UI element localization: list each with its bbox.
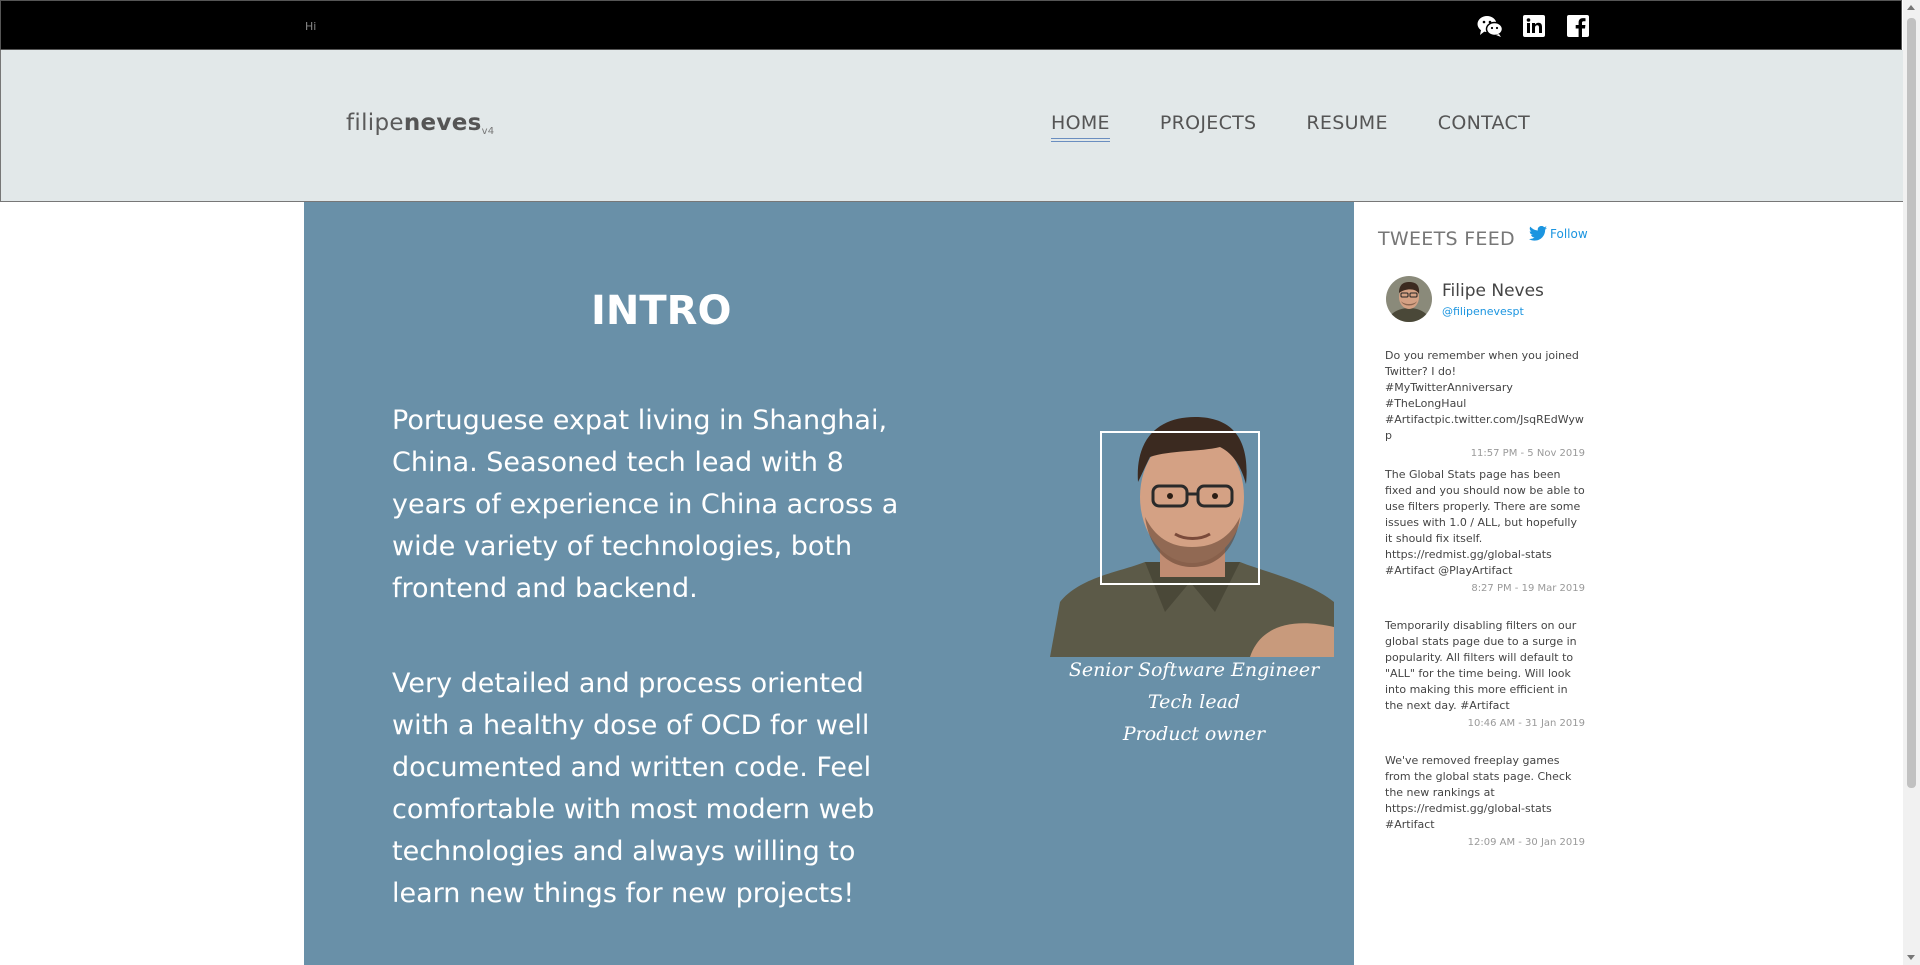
tweet-text: The Global Stats page has been fixed and… (1385, 468, 1585, 577)
scroll-down-arrow[interactable] (1907, 955, 1915, 960)
facebook-icon[interactable] (1565, 13, 1591, 39)
role-line: Product owner (1122, 723, 1266, 745)
tweet: Temporarily disabling filters on our glo… (1385, 618, 1585, 732)
tweet-time[interactable]: 10:46 AM - 31 Jan 2019 (1385, 716, 1585, 732)
linkedin-icon[interactable] (1521, 13, 1547, 39)
top-bar: Hi (0, 0, 1902, 50)
intro-section: INTRO Portuguese expat living in Shangha… (304, 202, 1354, 965)
follow-button[interactable]: Follow (1529, 226, 1588, 241)
tweet-text: We've removed freeplay games from the gl… (1385, 754, 1572, 831)
twitter-bird-icon (1529, 226, 1547, 241)
nav-projects[interactable]: PROJECTS (1160, 112, 1257, 142)
greeting-text: Hi (305, 20, 317, 33)
nav-home[interactable]: HOME (1051, 112, 1110, 142)
site-logo[interactable]: filipenevesv4 (346, 110, 494, 137)
logo-bold-text: neves (403, 110, 482, 136)
social-links (1477, 13, 1591, 39)
role-line: Tech lead (1147, 691, 1241, 713)
tweet-text: Do you remember when you joined Twitter?… (1385, 349, 1584, 442)
follow-label: Follow (1550, 226, 1588, 241)
profile-name: Filipe Neves (1442, 280, 1544, 301)
photo-frame (1100, 431, 1260, 585)
avatar (1386, 276, 1432, 322)
nav-resume[interactable]: RESUME (1306, 112, 1387, 142)
tweet: We've removed freeplay games from the gl… (1385, 753, 1585, 851)
profile-handle[interactable]: @filipenevespt (1442, 305, 1544, 318)
scrollbar-thumb[interactable] (1907, 18, 1916, 788)
logo-version: v4 (481, 126, 495, 137)
scroll-up-arrow[interactable] (1907, 5, 1915, 10)
logo-light-text: filipe (346, 110, 404, 136)
nav-contact[interactable]: CONTACT (1438, 112, 1530, 142)
intro-title: INTRO (591, 288, 732, 334)
header-navbar: filipenevesv4 HOME PROJECTS RESUME CONTA… (0, 50, 1904, 202)
tweet-time[interactable]: 11:57 PM - 5 Nov 2019 (1385, 446, 1585, 462)
tweets-feed-title: TWEETS FEED (1378, 228, 1515, 250)
tweet: The Global Stats page has been fixed and… (1385, 467, 1585, 597)
intro-paragraph-2: Very detailed and process oriented with … (392, 668, 875, 909)
roles-caption: Senior Software Engineer Tech lead Produ… (1044, 654, 1344, 750)
twitter-profile[interactable]: Filipe Neves @filipenevespt (1386, 276, 1544, 322)
role-line: Senior Software Engineer (1068, 659, 1320, 681)
tweet: Do you remember when you joined Twitter?… (1385, 348, 1585, 462)
tweet-text: Temporarily disabling filters on our glo… (1385, 619, 1577, 712)
wechat-icon[interactable] (1477, 13, 1503, 39)
page-scrollbar[interactable] (1903, 0, 1920, 965)
main-nav: HOME PROJECTS RESUME CONTACT (1051, 112, 1530, 142)
intro-paragraph-1: Portuguese expat living in Shanghai, Chi… (392, 405, 899, 604)
tweet-time[interactable]: 8:27 PM - 19 Mar 2019 (1385, 581, 1585, 597)
tweet-time[interactable]: 12:09 AM - 30 Jan 2019 (1385, 835, 1585, 851)
tweets-sidebar: TWEETS FEED Follow Filipe Neves @filipen… (1354, 202, 1604, 965)
